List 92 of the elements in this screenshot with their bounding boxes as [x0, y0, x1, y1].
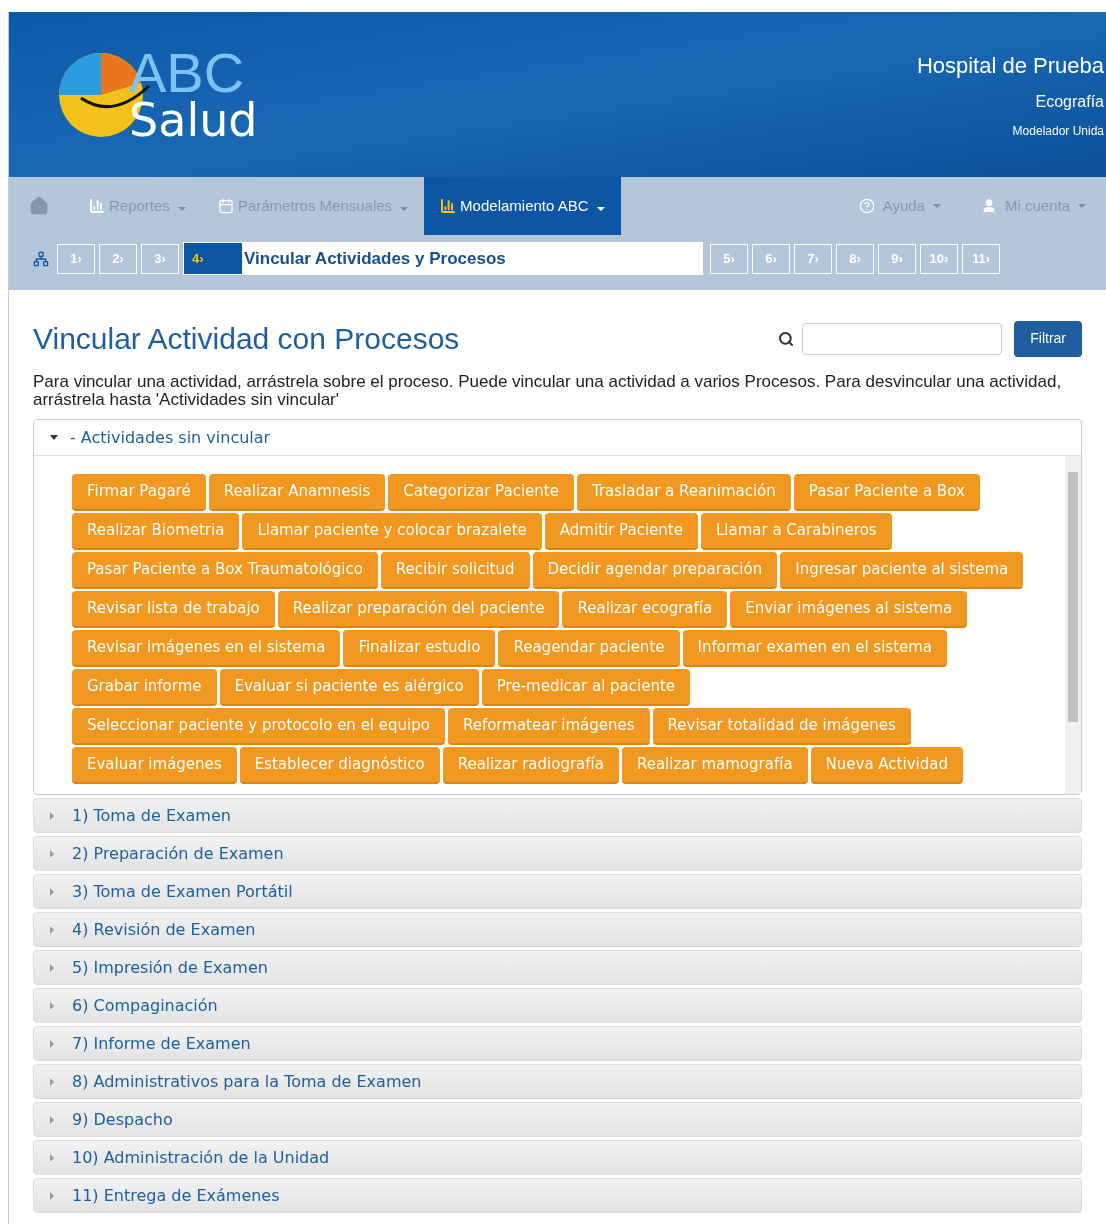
step-tab[interactable]: 3›	[141, 243, 179, 274]
step-tab[interactable]: 7›	[794, 243, 832, 274]
expanded-icon	[50, 435, 58, 440]
collapsed-icon	[50, 1191, 54, 1200]
activity-tag[interactable]: Revisar lista de trabajo	[72, 591, 275, 628]
bar-chart-icon	[89, 198, 105, 214]
activity-tag[interactable]: Finalizar estudio	[343, 630, 496, 667]
activity-tag[interactable]: Recibir solicitud	[380, 552, 530, 589]
process-panel-header[interactable]: 3) Toma de Examen Portátil	[33, 874, 1082, 909]
activity-tag[interactable]: Enviar imágenes al sistema	[730, 591, 968, 628]
process-panel-header[interactable]: 1) Toma de Examen	[33, 798, 1082, 833]
activity-tag[interactable]: Llamar a Carabineros	[700, 513, 892, 550]
step-tab[interactable]: 2›	[99, 243, 137, 274]
activity-tag[interactable]: Reformatear imágenes	[447, 708, 650, 745]
activity-tag[interactable]: Reagendar paciente	[498, 630, 680, 667]
activity-tag[interactable]: Revisar imágenes en el sistema	[72, 630, 341, 667]
collapsed-icon	[50, 1077, 54, 1086]
process-panel-header[interactable]: 4) Revisión de Examen	[33, 912, 1082, 947]
collapsed-icon	[50, 811, 54, 820]
collapsed-icon	[50, 925, 54, 934]
page-title: Vincular Actividad con Procesos	[33, 321, 460, 357]
activity-tag[interactable]: Realizar Biometria	[72, 513, 240, 550]
activity-tag[interactable]: Pasar Paciente a Box Traumatológico	[72, 552, 378, 589]
step-tab[interactable]: 4› Vincular Actividades y Procesos	[183, 242, 703, 275]
activity-tag[interactable]: Pre-medicar al paciente	[481, 669, 691, 706]
process-panel-header[interactable]: 5) Impresión de Examen	[33, 950, 1082, 985]
step-number: 4›	[191, 249, 205, 268]
scrollbar[interactable]	[1065, 456, 1081, 794]
panel-header[interactable]: - Actividades sin vincular	[34, 420, 1081, 456]
collapsed-icon	[50, 1115, 54, 1124]
activity-tag[interactable]: Trasladar a Reanimación	[576, 474, 791, 511]
step-title: Vincular Actividades y Procesos	[242, 243, 702, 274]
activity-tag[interactable]: Llamar paciente y colocar brazalete	[242, 513, 542, 550]
activity-tag[interactable]: Grabar informe	[72, 669, 217, 706]
process-panel-header[interactable]: 6) Compaginación	[33, 988, 1082, 1023]
home-icon	[29, 196, 49, 216]
activity-tag[interactable]: Categorizar Paciente	[388, 474, 574, 511]
step-tab[interactable]: 8›	[836, 243, 874, 274]
process-panel-header[interactable]: 9) Despacho	[33, 1102, 1082, 1137]
activity-tag[interactable]: Informar examen en el sistema	[682, 630, 948, 667]
collapsed-icon	[50, 1039, 54, 1048]
activity-tag[interactable]: Ingresar paciente al sistema	[780, 552, 1024, 589]
activity-tag[interactable]: Realizar radiografía	[442, 747, 619, 784]
step-tab[interactable]: 1›	[57, 243, 95, 274]
hierarchy-icon	[33, 250, 49, 267]
activity-tag[interactable]: Realizar preparación del paciente	[277, 591, 560, 628]
hospital-name: Hospital de Prueba	[916, 52, 1104, 80]
search-icon	[778, 330, 795, 347]
calendar-icon	[217, 198, 234, 214]
unit-name: Ecografía	[1035, 92, 1104, 112]
nav-menu-item[interactable]: Modelamiento ABC	[424, 177, 621, 235]
activity-tag[interactable]: Realizar Anamnesis	[208, 474, 386, 511]
activity-tag[interactable]: Firmar Pagaré	[72, 474, 206, 511]
logo-text: ABC	[129, 47, 245, 98]
process-panel-header[interactable]: 10) Administración de la Unidad	[33, 1140, 1082, 1175]
filter-input[interactable]	[802, 322, 1003, 355]
step-tab[interactable]: 10›	[920, 243, 958, 274]
activity-tag[interactable]: Evaluar imágenes	[72, 747, 237, 784]
activity-tag[interactable]: Seleccionar paciente y protocolo en el equipo	[72, 708, 445, 745]
caret-icon	[177, 206, 186, 211]
step-tab[interactable]: 6›	[752, 243, 790, 274]
activity-tag[interactable]: Establecer diagnóstico	[239, 747, 440, 784]
caret-icon	[400, 206, 409, 211]
caret-icon	[1078, 204, 1086, 208]
activity-tag[interactable]: Nueva Actividad	[810, 747, 963, 784]
step-tab[interactable]: 5›	[710, 243, 748, 274]
header-subtitle: Modelador Unida	[1012, 123, 1104, 140]
process-panel-header[interactable]: 7) Informe de Examen	[33, 1026, 1082, 1061]
collapsed-icon	[50, 963, 54, 972]
collapsed-icon	[50, 887, 54, 896]
activity-tag[interactable]: Revisar totalidad de imágenes	[652, 708, 911, 745]
collapsed-icon	[50, 1001, 54, 1010]
activity-tag[interactable]: Pasar Paciente a Box	[793, 474, 980, 511]
step-tab[interactable]: 11›	[962, 243, 1000, 274]
caret-icon	[932, 204, 941, 208]
activity-tag[interactable]: Realizar mamografía	[621, 747, 808, 784]
help-icon	[858, 198, 875, 214]
instructions-text: Para vincular una actividad, arrástrela sobre el proceso. Puede vincular una actividad a varios Procesos. Para desvincular una actividad, arrástrela hasta 'Actividades sin vincular'	[33, 373, 1063, 409]
collapsed-icon	[50, 849, 54, 858]
filter-button[interactable]: Filtrar	[1014, 320, 1082, 357]
collapsed-icon	[50, 1153, 54, 1162]
activity-tag[interactable]: Realizar ecografía	[562, 591, 728, 628]
caret-icon	[596, 206, 605, 211]
step-tab[interactable]: 9›	[878, 243, 916, 274]
logo-text: Salud	[129, 97, 258, 142]
activity-tag[interactable]: Decidir agendar preparación	[532, 552, 778, 589]
process-panel-header[interactable]: 8) Administrativos para la Toma de Examen	[33, 1064, 1082, 1099]
activity-tag[interactable]: Evaluar si paciente es alérgico	[219, 669, 479, 706]
activity-tag[interactable]: Admitir Paciente	[544, 513, 698, 550]
process-panel-header[interactable]: 2) Preparación de Examen	[33, 836, 1082, 871]
process-panel-header[interactable]: 11) Entrega de Exámenes	[33, 1178, 1082, 1213]
bar-chart-icon	[440, 198, 457, 214]
